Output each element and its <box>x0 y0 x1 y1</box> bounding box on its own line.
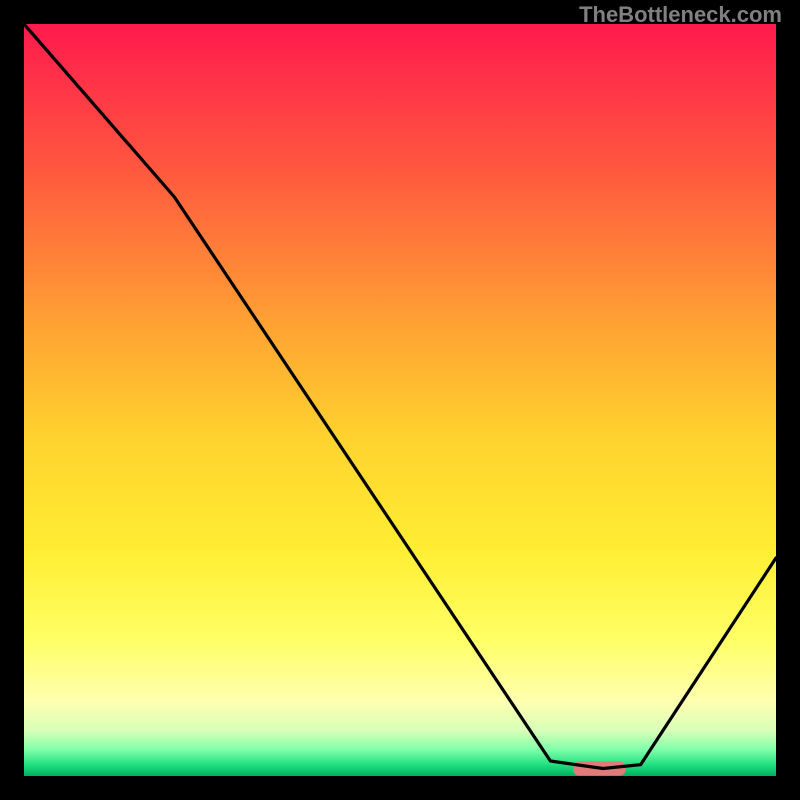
watermark-text: TheBottleneck.com <box>579 2 782 28</box>
chart-svg <box>24 24 776 776</box>
plot-frame <box>24 24 776 776</box>
gradient-background <box>24 24 776 776</box>
